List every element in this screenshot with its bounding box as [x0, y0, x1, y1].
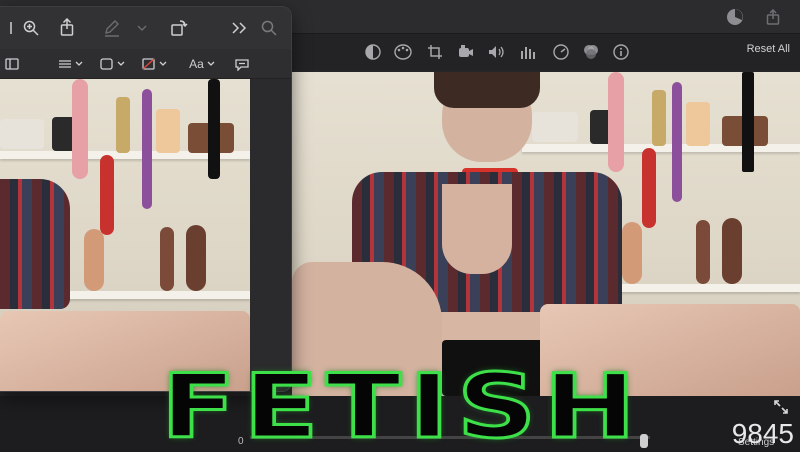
zoom-in-icon[interactable]	[20, 17, 42, 39]
markup-toolbar-top	[0, 7, 291, 49]
comment-icon[interactable]	[232, 55, 252, 73]
fill-color-icon[interactable]	[140, 55, 170, 73]
crop-icon[interactable]	[424, 41, 446, 63]
rotate-icon[interactable]	[168, 17, 190, 39]
more-icon[interactable]	[228, 17, 250, 39]
video-scene-image	[292, 72, 800, 396]
line-style-icon[interactable]	[56, 55, 86, 73]
preview-markup-window: Aa	[0, 6, 292, 392]
info-icon[interactable]	[610, 41, 632, 63]
palette-icon[interactable]	[392, 41, 414, 63]
reset-all-button[interactable]: Reset All	[747, 43, 790, 55]
equalizer-icon[interactable]	[518, 41, 540, 63]
volume-icon[interactable]	[486, 41, 508, 63]
markup-scroll-area[interactable]	[250, 79, 291, 391]
border-color-icon[interactable]	[98, 55, 128, 73]
chevron-down-icon[interactable]	[134, 17, 150, 39]
markup-document-image	[0, 79, 250, 391]
video-preview	[292, 72, 800, 396]
crop-rotate-icon[interactable]	[362, 41, 384, 63]
text-format-label: Aa	[189, 57, 204, 71]
text-format-button[interactable]: Aa	[186, 55, 218, 73]
fullscreen-expand-icon[interactable]	[772, 398, 790, 416]
pane-edge-icon	[0, 17, 18, 39]
overlay-title-text: FETISH	[159, 355, 644, 452]
camera-icon[interactable]	[454, 41, 476, 63]
overlay-title: FETISH	[159, 355, 644, 452]
pen-icon[interactable]	[100, 17, 124, 39]
overlay-counter: 9845	[731, 418, 794, 449]
search-icon[interactable]	[258, 17, 280, 39]
progress-circle-icon[interactable]	[724, 6, 746, 28]
editor-toolbar: Reset All	[292, 34, 800, 70]
markup-toolbar-bottom: Aa	[0, 49, 291, 79]
share-icon[interactable]	[56, 16, 78, 38]
filters-icon[interactable]	[580, 41, 602, 63]
screen: Reset All 0 Settings Aa FETISH 9845	[0, 0, 800, 452]
sidebar-toggle-icon[interactable]	[2, 55, 22, 73]
share-icon[interactable]	[762, 6, 784, 28]
speed-icon[interactable]	[550, 41, 572, 63]
